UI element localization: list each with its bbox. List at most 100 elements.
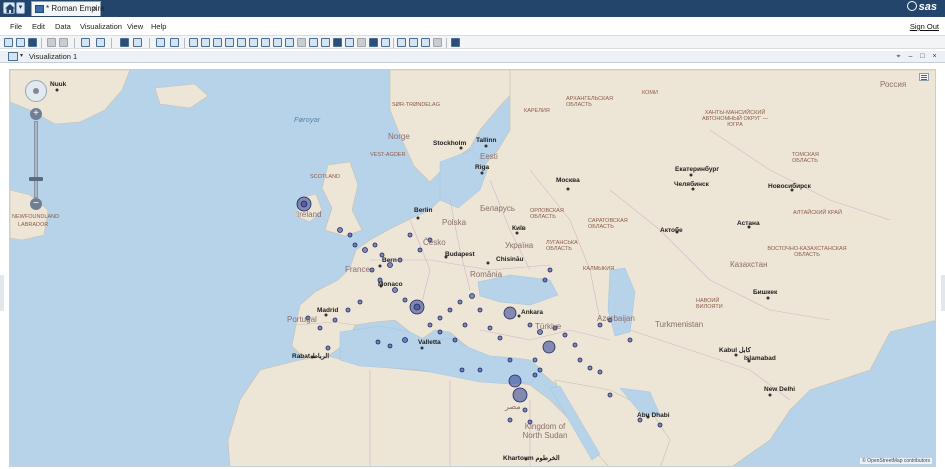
share-icon[interactable]	[451, 38, 460, 47]
redo-icon[interactable]	[59, 38, 68, 47]
new-icon[interactable]	[4, 38, 13, 47]
treemap-icon[interactable]	[321, 38, 330, 47]
city-label: Budapest	[445, 251, 475, 258]
main-toolbar	[0, 35, 945, 49]
zoom-slider-track[interactable]	[34, 121, 38, 198]
visualization-header: ▾ Visualization 1 ⌖ – □ ×	[0, 51, 945, 63]
open-icon[interactable]	[16, 38, 25, 47]
undo-icon[interactable]	[47, 38, 56, 47]
country-label: Eesti	[480, 152, 498, 161]
sas-logo-icon	[906, 1, 917, 11]
pan-center-icon	[33, 88, 39, 94]
heat-map-icon[interactable]	[297, 38, 306, 47]
pin-icon[interactable]: ⌖	[894, 52, 903, 61]
line-chart-icon[interactable]	[237, 38, 246, 47]
layout-icon[interactable]	[81, 38, 90, 47]
map-menu-icon[interactable]	[919, 73, 929, 81]
menu-file[interactable]: File	[10, 22, 22, 31]
minimize-icon[interactable]: –	[906, 52, 915, 61]
toolbar-separator	[393, 38, 394, 48]
export-dropdown-icon[interactable]	[170, 38, 179, 47]
country-label: Россия	[880, 80, 907, 89]
filter-icon[interactable]	[120, 38, 129, 47]
left-panel-toggle[interactable]	[0, 275, 4, 311]
tab-roman-empire[interactable]: * Roman Empire ×	[31, 1, 105, 16]
city-label: Kabul کابل	[719, 347, 751, 354]
crosstab-icon[interactable]	[201, 38, 210, 47]
right-panel-toggle[interactable]	[941, 275, 945, 311]
save-icon[interactable]	[28, 38, 37, 47]
menu-data[interactable]: Data	[55, 22, 71, 31]
sign-out-link[interactable]: Sign Out	[910, 22, 939, 31]
city-label: Rabat الرباط	[292, 353, 330, 360]
histogram-icon[interactable]	[225, 38, 234, 47]
gauge-icon[interactable]	[381, 38, 390, 47]
city-label: Київ	[512, 225, 526, 232]
city-label: Stockholm	[433, 140, 467, 147]
city-label: New Delhi	[764, 386, 796, 393]
region-label: АРХАНГЕЛЬСКАЯ ОБЛАСТЬ	[566, 96, 613, 108]
table-icon[interactable]	[189, 38, 198, 47]
country-label: Česko	[423, 238, 446, 247]
country-label: Norge	[388, 132, 410, 141]
scatter-plot-icon[interactable]	[249, 38, 258, 47]
geo-map[interactable]: Nuuk Tallinn Stockholm Riga Москва Екате…	[9, 69, 936, 467]
city-label: Бишкек	[753, 289, 778, 296]
menu-view[interactable]: View	[127, 22, 143, 31]
menu-edit[interactable]: Edit	[32, 22, 45, 31]
city-label: Челябинск	[674, 181, 709, 188]
maximize-icon[interactable]: □	[918, 52, 927, 61]
region-label: КОМИ	[642, 90, 658, 96]
annotate-icon[interactable]	[421, 38, 430, 47]
filter-dropdown-icon[interactable]	[133, 38, 142, 47]
box-plot-icon[interactable]	[273, 38, 282, 47]
region-label: КАРЕЛИЯ	[524, 108, 550, 114]
grid-icon[interactable]	[397, 38, 406, 47]
zoom-in-button[interactable]: +	[30, 108, 42, 120]
bubble-plot-icon[interactable]	[261, 38, 270, 47]
country-label: مصر	[505, 402, 521, 411]
home-dropdown-button[interactable]: ▾	[16, 2, 25, 14]
visualization-type-dropdown[interactable]: ▾	[20, 52, 23, 59]
region-label: ТОМСКАЯ ОБЛАСТЬ	[792, 152, 819, 164]
zoom-slider-thumb[interactable]	[29, 177, 43, 181]
city-label: Астана	[737, 220, 760, 227]
geo-map-icon[interactable]	[333, 38, 342, 47]
report-icon	[35, 5, 44, 13]
map-zoom-control: + −	[25, 80, 47, 210]
city-label: Nuuk	[50, 81, 67, 88]
stats-icon[interactable]	[409, 38, 418, 47]
city-label: Ankara	[521, 309, 544, 316]
properties-icon[interactable]	[96, 38, 105, 47]
country-label: Portugal	[287, 315, 317, 324]
comment-icon[interactable]	[433, 38, 442, 47]
zoom-out-button[interactable]: −	[30, 198, 42, 210]
region-label: АЛТАЙСКИЙ КРАЙ	[793, 210, 842, 216]
app-titlebar: ▾ * Roman Empire × sas	[0, 0, 945, 17]
close-icon[interactable]: ×	[930, 52, 939, 61]
city-label: Tallinn	[476, 137, 497, 144]
city-label: Bern	[382, 257, 397, 264]
visualization-type-icon[interactable]	[8, 52, 18, 61]
tab-close-button[interactable]: ×	[92, 2, 97, 16]
forecast-icon[interactable]	[345, 38, 354, 47]
country-label: Kingdom of North Sudan	[522, 422, 568, 440]
region-label: VEST-AGDER	[370, 152, 406, 158]
home-button[interactable]	[3, 2, 15, 14]
map-canvas[interactable]	[10, 70, 936, 467]
bar-chart-icon[interactable]	[213, 38, 222, 47]
menu-help[interactable]: Help	[151, 22, 166, 31]
city-label: Abu Dhabi	[637, 412, 670, 419]
correlation-icon[interactable]	[285, 38, 294, 47]
region-label: ВОСТОЧНО-КАЗАХСТАНСКАЯ ОБЛАСТЬ	[767, 246, 847, 258]
city-label: Madrid	[317, 307, 339, 314]
export-icon[interactable]	[156, 38, 165, 47]
toolbar-separator	[149, 38, 150, 48]
country-label: France	[345, 265, 370, 274]
network-icon[interactable]	[309, 38, 318, 47]
decision-tree-icon[interactable]	[357, 38, 366, 47]
pie-chart-icon[interactable]	[369, 38, 378, 47]
toolbar-separator	[41, 38, 42, 48]
pan-control[interactable]	[25, 80, 47, 102]
menu-visualization[interactable]: Visualization	[80, 22, 122, 31]
